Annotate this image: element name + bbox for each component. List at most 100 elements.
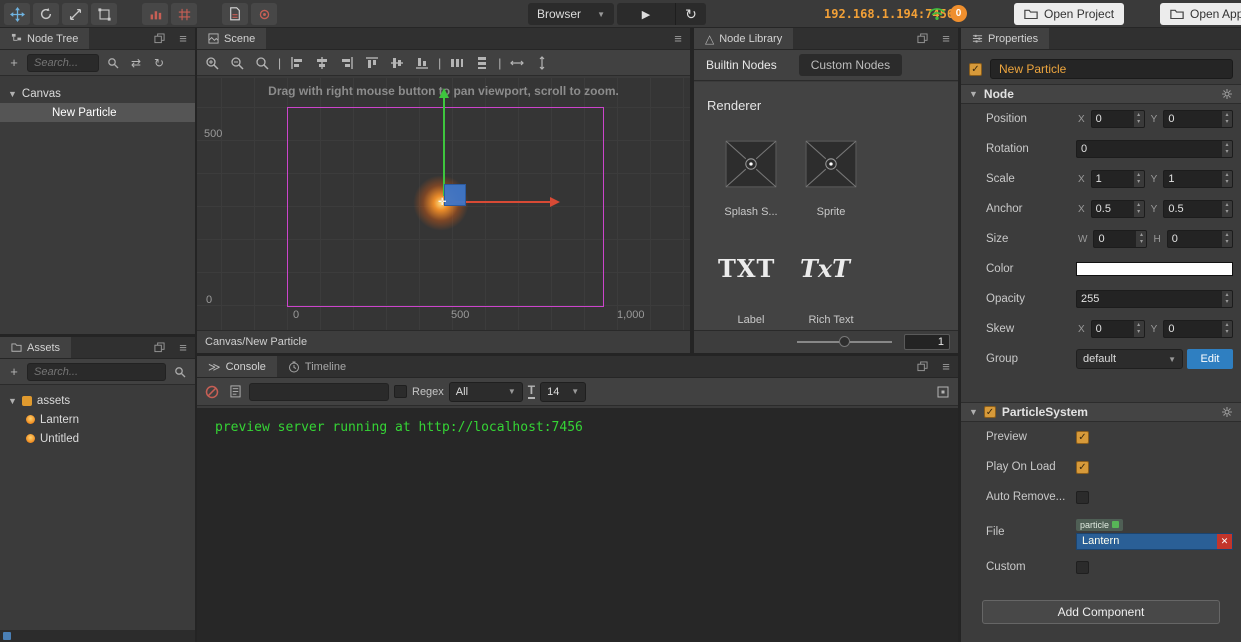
label-node-glyph[interactable]: TXT (718, 254, 775, 283)
panel-menu-icon[interactable]: ≡ (171, 28, 195, 49)
align-bottom-icon[interactable] (413, 56, 431, 70)
auto-remove-checkbox[interactable]: ✓ (1076, 490, 1089, 504)
add-node-button[interactable]: + (6, 55, 22, 70)
stepper-icon[interactable]: ▴ ▾ (1136, 231, 1147, 247)
library-item-label[interactable]: Label (716, 314, 786, 326)
stepper-icon[interactable]: ▴ ▾ (1133, 321, 1144, 337)
align-top-icon[interactable] (363, 56, 381, 70)
particlesystem-enabled-checkbox[interactable]: ✓ (983, 406, 996, 418)
asset-search-input[interactable] (27, 362, 166, 381)
tree-node-new-particle[interactable]: New Particle (0, 103, 195, 122)
tab-node-tree[interactable]: Node Tree (0, 28, 90, 49)
collapse-arrow-icon[interactable]: ▼ (969, 89, 978, 99)
splash-sprite-icon[interactable] (725, 140, 777, 188)
zoom-in-icon[interactable] (203, 56, 221, 70)
panel-menu-icon[interactable]: ≡ (666, 28, 690, 49)
size-match-h-icon[interactable] (508, 56, 526, 70)
regex-checkbox[interactable]: ✓ (394, 385, 407, 398)
collapse-arrow-icon[interactable]: ▼ (969, 407, 978, 417)
align-left-icon[interactable] (288, 56, 306, 70)
add-asset-button[interactable]: + (6, 364, 22, 379)
refresh-tree-icon[interactable]: ↻ (150, 56, 168, 70)
scale-x-input[interactable]: ▴▾ (1090, 170, 1145, 188)
position-x-input[interactable]: ▴▾ (1090, 110, 1145, 128)
stepper-icon[interactable]: ▴ ▾ (1222, 111, 1232, 127)
tab-assets[interactable]: Assets (0, 337, 72, 358)
font-size-select[interactable]: 14 ▼ (540, 381, 587, 402)
size-match-v-icon[interactable] (533, 55, 551, 70)
icon-zoom-value[interactable]: 1 (904, 334, 950, 350)
sprite-icon[interactable] (805, 140, 857, 188)
gear-icon[interactable] (1221, 88, 1233, 100)
gizmo-anchor-handle[interactable] (444, 184, 466, 206)
node-search-input[interactable] (27, 53, 99, 72)
tab-node-library[interactable]: △ Node Library (694, 28, 794, 49)
grid-toggle-button[interactable] (171, 3, 197, 25)
asset-root-row[interactable]: ▼ assets (0, 391, 195, 410)
custom-checkbox[interactable]: ✓ (1076, 560, 1089, 574)
stepper-icon[interactable]: ▴ ▾ (1222, 291, 1232, 307)
open-project-button[interactable]: Open Project (1014, 3, 1125, 25)
scale-tool-button[interactable] (62, 3, 88, 25)
tab-builtin-nodes[interactable]: Builtin Nodes (706, 58, 777, 72)
stepper-icon[interactable]: ▴ ▾ (1133, 201, 1144, 217)
distribute-h-icon[interactable] (448, 56, 466, 70)
node-section-header[interactable]: ▼ Node (961, 84, 1241, 104)
asset-row-lantern[interactable]: Lantern (0, 410, 195, 429)
preview-checkbox[interactable]: ✓ (1076, 430, 1089, 444)
rotation-input[interactable]: ▴▾ (1076, 140, 1233, 158)
stepper-icon[interactable]: ▴ ▾ (1222, 141, 1232, 157)
search-icon[interactable] (171, 366, 189, 378)
popout-icon[interactable] (147, 28, 171, 49)
anchor-y-input[interactable]: ▴▾ (1163, 200, 1233, 218)
scroll-lock-icon[interactable] (934, 386, 952, 398)
asset-row-untitled[interactable]: Untitled (0, 429, 195, 448)
align-center-h-icon[interactable] (313, 56, 331, 70)
group-edit-button[interactable]: Edit (1187, 349, 1233, 369)
scene-viewport[interactable]: Drag with right mouse button to pan view… (197, 78, 690, 330)
position-y-input[interactable]: ▴▾ (1163, 110, 1233, 128)
zoom-reset-icon[interactable] (253, 56, 271, 70)
popout-icon[interactable] (910, 356, 934, 377)
particle-file-field[interactable]: Lantern ✕ (1076, 532, 1233, 550)
gizmo-x-axis-arrow[interactable] (450, 195, 562, 209)
size-w-input[interactable]: ▴▾ (1093, 230, 1148, 248)
refresh-button[interactable]: ↻ (676, 3, 706, 25)
locate-asset-icon[interactable] (1112, 521, 1120, 528)
node-name-input[interactable] (990, 59, 1233, 79)
skew-x-input[interactable]: ▴▾ (1090, 320, 1145, 338)
stepper-icon[interactable]: ▴ ▾ (1222, 231, 1232, 247)
scale-y-input[interactable]: ▴▾ (1163, 170, 1233, 188)
open-app-button[interactable]: Open App (1160, 3, 1241, 25)
size-h-input[interactable]: ▴▾ (1166, 230, 1233, 248)
skew-y-input[interactable]: ▴▾ (1163, 320, 1233, 338)
search-icon[interactable] (104, 57, 122, 69)
tab-custom-nodes[interactable]: Custom Nodes (798, 54, 903, 76)
dock-tab-icon[interactable] (3, 632, 11, 640)
align-right-icon[interactable] (338, 56, 356, 70)
rotate-tool-button[interactable] (33, 3, 59, 25)
popout-icon[interactable] (910, 28, 934, 49)
align-middle-icon[interactable] (388, 56, 406, 70)
add-component-button[interactable]: Add Component (982, 600, 1220, 624)
opacity-input[interactable]: ▴▾ (1076, 290, 1233, 308)
clear-file-icon[interactable]: ✕ (1217, 533, 1232, 549)
panel-menu-icon[interactable]: ≡ (934, 28, 958, 49)
play-on-load-checkbox[interactable]: ✓ (1076, 460, 1089, 474)
color-swatch[interactable] (1076, 262, 1233, 276)
particlesystem-section-header[interactable]: ▼ ✓ ParticleSystem (961, 402, 1241, 422)
stepper-icon[interactable]: ▴ ▾ (1222, 321, 1232, 337)
library-item-label[interactable]: Sprite (796, 206, 866, 218)
node-active-checkbox[interactable]: ✓ (969, 62, 982, 76)
browser-device-dropdown[interactable]: Browser ▼ (528, 3, 614, 25)
distribute-v-icon[interactable] (473, 56, 491, 70)
expand-arrow-icon[interactable]: ▼ (8, 89, 17, 99)
record-button[interactable] (251, 3, 277, 25)
stats-toggle-button[interactable] (142, 3, 168, 25)
icon-zoom-slider[interactable] (797, 336, 892, 347)
tab-console[interactable]: ≫ Console (197, 356, 277, 377)
stepper-icon[interactable]: ▴ ▾ (1133, 111, 1144, 127)
library-item-label[interactable]: Splash S... (716, 206, 786, 218)
panel-menu-icon[interactable]: ≡ (171, 337, 195, 358)
log-level-select[interactable]: All ▼ (448, 381, 523, 402)
